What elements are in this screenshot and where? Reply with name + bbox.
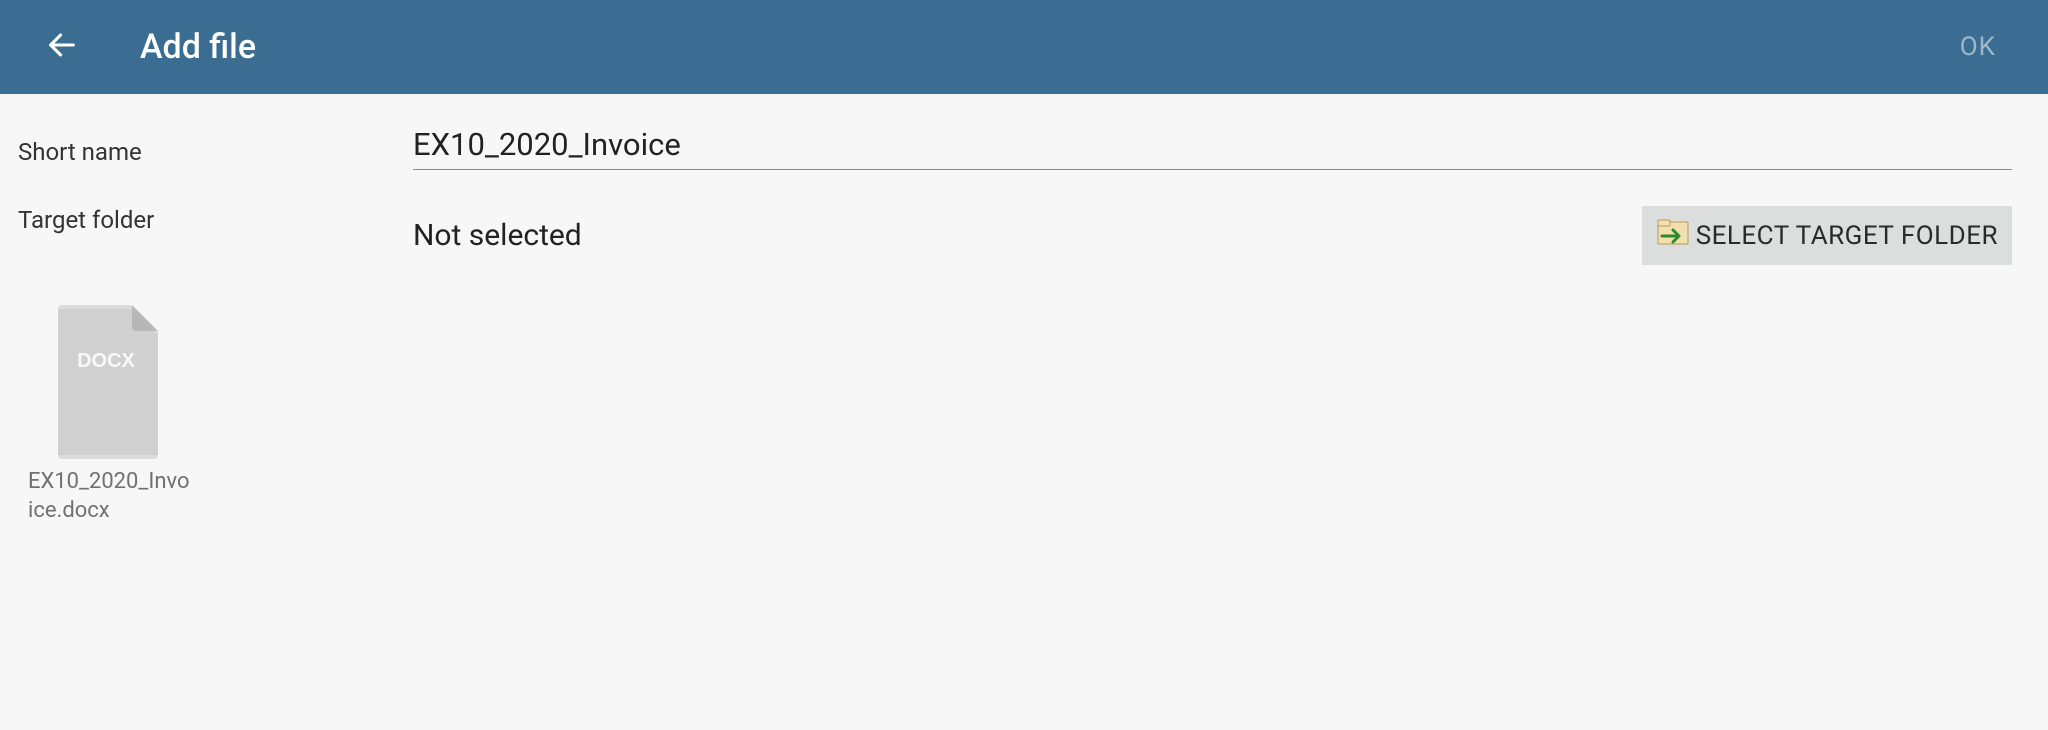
page-title: Add file xyxy=(140,27,1948,67)
folder-arrow-icon xyxy=(1656,216,1692,255)
file-name: EX10_2020_Invoice.docx xyxy=(18,468,193,525)
target-folder-label: Target folder xyxy=(18,170,413,234)
target-folder-status: Not selected xyxy=(413,218,1642,253)
document-icon: DOCX xyxy=(46,305,166,464)
short-name-input[interactable] xyxy=(413,94,2012,170)
row-short-name: Short name xyxy=(0,94,2048,170)
arrow-left-icon xyxy=(45,28,79,66)
select-target-folder-label: SELECT TARGET FOLDER xyxy=(1696,221,1998,251)
short-name-label: Short name xyxy=(18,94,413,166)
select-target-folder-button[interactable]: SELECT TARGET FOLDER xyxy=(1642,206,2012,265)
ok-button[interactable]: OK xyxy=(1948,24,2008,70)
file-preview-area: DOCX EX10_2020_Invoice.docx xyxy=(0,265,2048,525)
app-header: Add file OK xyxy=(0,0,2048,94)
back-button[interactable] xyxy=(40,25,84,69)
file-tile[interactable]: DOCX EX10_2020_Invoice.docx xyxy=(18,305,193,525)
file-badge-text: DOCX xyxy=(77,350,135,372)
row-target-folder: Target folder Not selected SELECT TARGET… xyxy=(0,170,2048,265)
form-content: Short name Target folder Not selected xyxy=(0,94,2048,525)
